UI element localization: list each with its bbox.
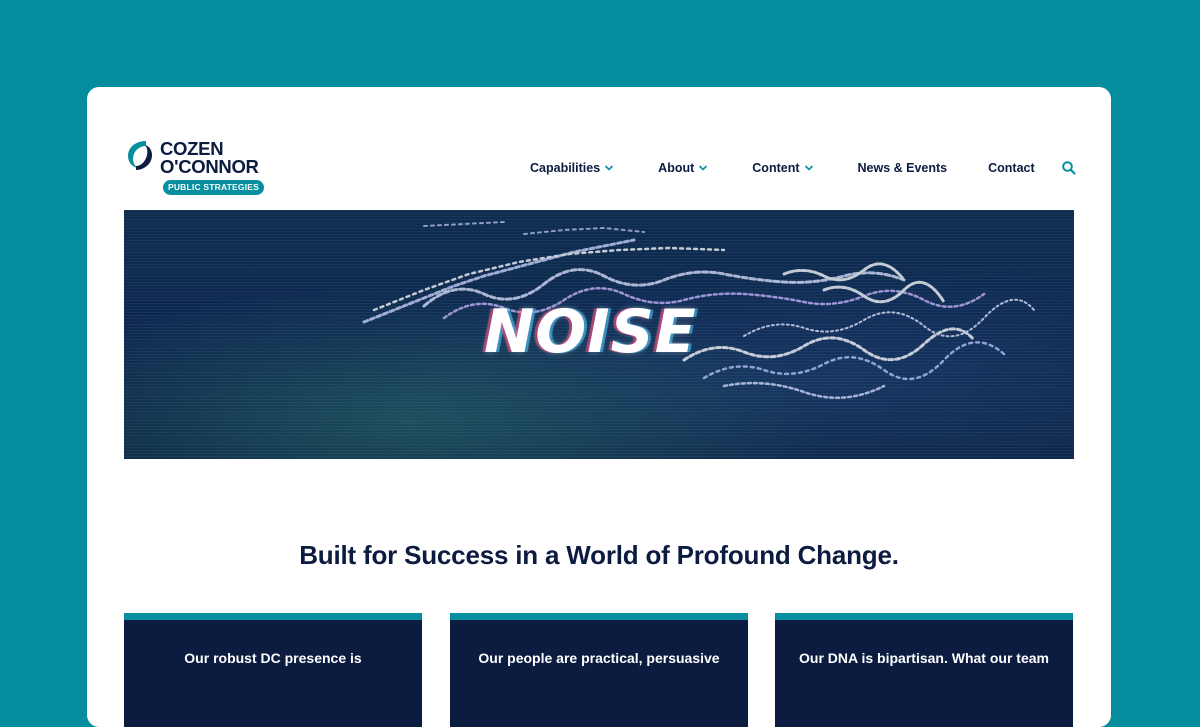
page-card: COZEN O'CONNOR PUBLIC STRATEGIES Capabil…: [87, 87, 1111, 727]
chevron-down-icon: [699, 165, 708, 171]
nav-item-label: Content: [752, 161, 800, 175]
nav-item-content[interactable]: Content: [752, 161, 813, 175]
nav-item-label: Capabilities: [530, 161, 601, 175]
logo-name-line2: O'CONNOR: [160, 156, 259, 177]
nav-item-capabilities[interactable]: Capabilities: [530, 161, 614, 175]
feature-card-text: Our people are practical, persuasive: [478, 650, 720, 666]
hero-banner: NOISE: [124, 210, 1074, 459]
chevron-down-icon: [605, 165, 613, 171]
logo-tagline-badge: PUBLIC STRATEGIES: [163, 180, 264, 195]
nav-item-label: Contact: [988, 161, 1035, 175]
nav-item-about[interactable]: About: [658, 161, 708, 175]
feature-card-text: Our robust DC presence is: [184, 650, 362, 666]
main-nav: Capabilities About Content News & Events…: [530, 159, 1077, 177]
page-headline: Built for Success in a World of Profound…: [299, 540, 899, 570]
logo-mark-icon: [128, 141, 152, 170]
nav-item-news-events[interactable]: News & Events: [858, 161, 948, 175]
feature-card-text: Our DNA is bipartisan. What our team: [799, 650, 1049, 666]
nav-item-contact[interactable]: Contact: [988, 161, 1035, 175]
hero-word: NOISE: [484, 297, 697, 367]
feature-card: Our DNA is bipartisan. What our team: [775, 613, 1073, 727]
chevron-down-icon: [804, 165, 813, 171]
nav-item-label: About: [658, 161, 695, 175]
feature-card: Our robust DC presence is: [124, 613, 422, 727]
search-icon[interactable]: [1061, 160, 1077, 176]
site-logo[interactable]: COZEN O'CONNOR PUBLIC STRATEGIES: [124, 137, 274, 197]
feature-card: Our people are practical, persuasive: [450, 613, 748, 727]
nav-item-label: News & Events: [857, 161, 948, 175]
